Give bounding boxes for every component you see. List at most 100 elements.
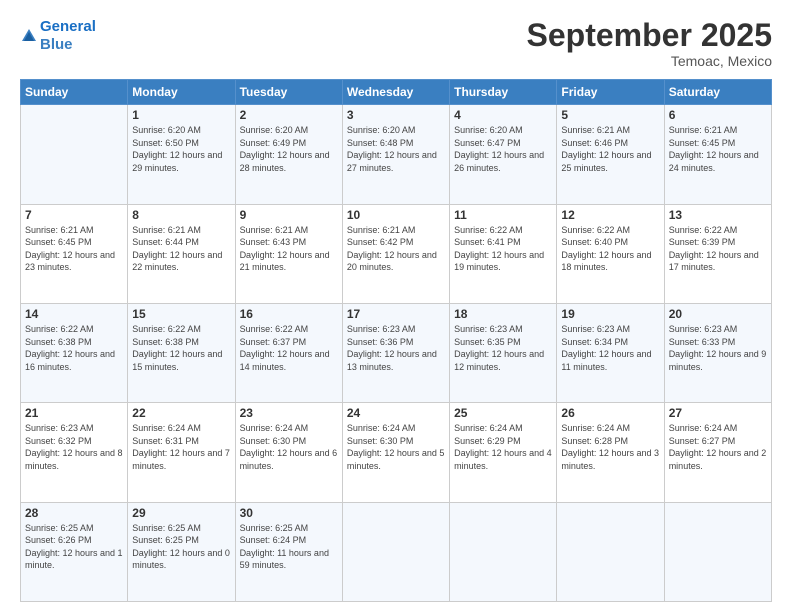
day-number: 5	[561, 108, 659, 122]
day-info: Sunrise: 6:25 AMSunset: 6:24 PMDaylight:…	[240, 523, 329, 571]
day-number: 3	[347, 108, 445, 122]
day-number: 8	[132, 208, 230, 222]
header-thursday: Thursday	[450, 80, 557, 105]
table-row: 8 Sunrise: 6:21 AMSunset: 6:44 PMDayligh…	[128, 204, 235, 303]
table-row: 13 Sunrise: 6:22 AMSunset: 6:39 PMDaylig…	[664, 204, 771, 303]
day-number: 28	[25, 506, 123, 520]
day-info: Sunrise: 6:21 AMSunset: 6:45 PMDaylight:…	[669, 125, 759, 173]
table-row	[450, 502, 557, 601]
day-info: Sunrise: 6:20 AMSunset: 6:47 PMDaylight:…	[454, 125, 544, 173]
table-row: 17 Sunrise: 6:23 AMSunset: 6:36 PMDaylig…	[342, 303, 449, 402]
day-info: Sunrise: 6:21 AMSunset: 6:42 PMDaylight:…	[347, 225, 437, 273]
header: General Blue September 2025 Temoac, Mexi…	[20, 18, 772, 69]
day-info: Sunrise: 6:24 AMSunset: 6:27 PMDaylight:…	[669, 423, 767, 471]
table-row: 7 Sunrise: 6:21 AMSunset: 6:45 PMDayligh…	[21, 204, 128, 303]
table-row: 2 Sunrise: 6:20 AMSunset: 6:49 PMDayligh…	[235, 105, 342, 204]
calendar-week-row: 1 Sunrise: 6:20 AMSunset: 6:50 PMDayligh…	[21, 105, 772, 204]
table-row: 27 Sunrise: 6:24 AMSunset: 6:27 PMDaylig…	[664, 403, 771, 502]
day-number: 10	[347, 208, 445, 222]
table-row: 9 Sunrise: 6:21 AMSunset: 6:43 PMDayligh…	[235, 204, 342, 303]
table-row: 18 Sunrise: 6:23 AMSunset: 6:35 PMDaylig…	[450, 303, 557, 402]
header-sunday: Sunday	[21, 80, 128, 105]
day-info: Sunrise: 6:22 AMSunset: 6:39 PMDaylight:…	[669, 225, 759, 273]
day-number: 4	[454, 108, 552, 122]
day-number: 11	[454, 208, 552, 222]
table-row: 6 Sunrise: 6:21 AMSunset: 6:45 PMDayligh…	[664, 105, 771, 204]
day-number: 16	[240, 307, 338, 321]
day-info: Sunrise: 6:20 AMSunset: 6:48 PMDaylight:…	[347, 125, 437, 173]
day-number: 17	[347, 307, 445, 321]
day-info: Sunrise: 6:24 AMSunset: 6:30 PMDaylight:…	[347, 423, 445, 471]
day-info: Sunrise: 6:25 AMSunset: 6:26 PMDaylight:…	[25, 523, 123, 571]
table-row: 22 Sunrise: 6:24 AMSunset: 6:31 PMDaylig…	[128, 403, 235, 502]
table-row: 25 Sunrise: 6:24 AMSunset: 6:29 PMDaylig…	[450, 403, 557, 502]
day-number: 23	[240, 406, 338, 420]
logo-line2: Blue	[40, 36, 96, 54]
logo-line1: General	[40, 18, 96, 35]
day-number: 2	[240, 108, 338, 122]
header-wednesday: Wednesday	[342, 80, 449, 105]
logo: General Blue	[20, 18, 96, 54]
day-number: 20	[669, 307, 767, 321]
day-info: Sunrise: 6:23 AMSunset: 6:34 PMDaylight:…	[561, 324, 651, 372]
header-tuesday: Tuesday	[235, 80, 342, 105]
calendar-week-row: 7 Sunrise: 6:21 AMSunset: 6:45 PMDayligh…	[21, 204, 772, 303]
day-info: Sunrise: 6:23 AMSunset: 6:33 PMDaylight:…	[669, 324, 767, 372]
calendar-table: Sunday Monday Tuesday Wednesday Thursday…	[20, 79, 772, 602]
day-info: Sunrise: 6:20 AMSunset: 6:49 PMDaylight:…	[240, 125, 330, 173]
day-number: 22	[132, 406, 230, 420]
table-row: 21 Sunrise: 6:23 AMSunset: 6:32 PMDaylig…	[21, 403, 128, 502]
calendar-week-row: 14 Sunrise: 6:22 AMSunset: 6:38 PMDaylig…	[21, 303, 772, 402]
day-number: 13	[669, 208, 767, 222]
day-number: 1	[132, 108, 230, 122]
table-row: 20 Sunrise: 6:23 AMSunset: 6:33 PMDaylig…	[664, 303, 771, 402]
day-info: Sunrise: 6:24 AMSunset: 6:30 PMDaylight:…	[240, 423, 338, 471]
day-info: Sunrise: 6:21 AMSunset: 6:43 PMDaylight:…	[240, 225, 330, 273]
table-row: 15 Sunrise: 6:22 AMSunset: 6:38 PMDaylig…	[128, 303, 235, 402]
table-row: 11 Sunrise: 6:22 AMSunset: 6:41 PMDaylig…	[450, 204, 557, 303]
table-row: 26 Sunrise: 6:24 AMSunset: 6:28 PMDaylig…	[557, 403, 664, 502]
day-info: Sunrise: 6:22 AMSunset: 6:40 PMDaylight:…	[561, 225, 651, 273]
day-number: 29	[132, 506, 230, 520]
logo-icon	[20, 27, 38, 45]
table-row: 5 Sunrise: 6:21 AMSunset: 6:46 PMDayligh…	[557, 105, 664, 204]
header-friday: Friday	[557, 80, 664, 105]
calendar-header-row: Sunday Monday Tuesday Wednesday Thursday…	[21, 80, 772, 105]
table-row: 19 Sunrise: 6:23 AMSunset: 6:34 PMDaylig…	[557, 303, 664, 402]
day-number: 30	[240, 506, 338, 520]
day-info: Sunrise: 6:24 AMSunset: 6:29 PMDaylight:…	[454, 423, 552, 471]
day-info: Sunrise: 6:23 AMSunset: 6:36 PMDaylight:…	[347, 324, 437, 372]
table-row: 12 Sunrise: 6:22 AMSunset: 6:40 PMDaylig…	[557, 204, 664, 303]
day-info: Sunrise: 6:23 AMSunset: 6:35 PMDaylight:…	[454, 324, 544, 372]
day-number: 25	[454, 406, 552, 420]
day-number: 18	[454, 307, 552, 321]
day-info: Sunrise: 6:22 AMSunset: 6:38 PMDaylight:…	[25, 324, 115, 372]
day-number: 21	[25, 406, 123, 420]
day-info: Sunrise: 6:20 AMSunset: 6:50 PMDaylight:…	[132, 125, 222, 173]
day-info: Sunrise: 6:25 AMSunset: 6:25 PMDaylight:…	[132, 523, 230, 571]
day-number: 7	[25, 208, 123, 222]
table-row: 23 Sunrise: 6:24 AMSunset: 6:30 PMDaylig…	[235, 403, 342, 502]
table-row: 4 Sunrise: 6:20 AMSunset: 6:47 PMDayligh…	[450, 105, 557, 204]
table-row	[21, 105, 128, 204]
table-row: 24 Sunrise: 6:24 AMSunset: 6:30 PMDaylig…	[342, 403, 449, 502]
day-info: Sunrise: 6:23 AMSunset: 6:32 PMDaylight:…	[25, 423, 123, 471]
day-info: Sunrise: 6:21 AMSunset: 6:46 PMDaylight:…	[561, 125, 651, 173]
day-number: 6	[669, 108, 767, 122]
table-row: 30 Sunrise: 6:25 AMSunset: 6:24 PMDaylig…	[235, 502, 342, 601]
day-number: 12	[561, 208, 659, 222]
day-number: 27	[669, 406, 767, 420]
table-row: 1 Sunrise: 6:20 AMSunset: 6:50 PMDayligh…	[128, 105, 235, 204]
table-row: 29 Sunrise: 6:25 AMSunset: 6:25 PMDaylig…	[128, 502, 235, 601]
day-info: Sunrise: 6:24 AMSunset: 6:31 PMDaylight:…	[132, 423, 230, 471]
page: General Blue September 2025 Temoac, Mexi…	[0, 0, 792, 612]
day-info: Sunrise: 6:22 AMSunset: 6:37 PMDaylight:…	[240, 324, 330, 372]
logo-text: General Blue	[40, 18, 96, 54]
table-row: 16 Sunrise: 6:22 AMSunset: 6:37 PMDaylig…	[235, 303, 342, 402]
table-row: 14 Sunrise: 6:22 AMSunset: 6:38 PMDaylig…	[21, 303, 128, 402]
table-row	[342, 502, 449, 601]
day-info: Sunrise: 6:21 AMSunset: 6:44 PMDaylight:…	[132, 225, 222, 273]
day-number: 24	[347, 406, 445, 420]
day-info: Sunrise: 6:22 AMSunset: 6:41 PMDaylight:…	[454, 225, 544, 273]
calendar-week-row: 21 Sunrise: 6:23 AMSunset: 6:32 PMDaylig…	[21, 403, 772, 502]
